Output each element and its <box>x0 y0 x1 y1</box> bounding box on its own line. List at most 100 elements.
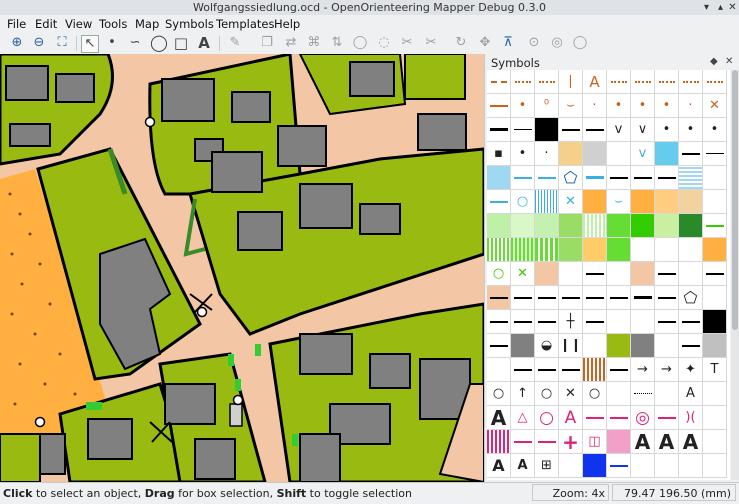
symbol-cell[interactable]: • <box>655 118 679 142</box>
symbol-cell[interactable] <box>655 310 679 334</box>
symbol-cell[interactable] <box>703 310 727 334</box>
symbol-cell[interactable] <box>631 238 655 262</box>
symbol-cell[interactable] <box>511 358 535 382</box>
symbol-cell[interactable] <box>559 358 583 382</box>
symbol-cell[interactable]: • <box>679 118 703 142</box>
minimize-icon[interactable]: ▾ <box>700 1 713 14</box>
symbol-cell[interactable] <box>631 382 655 406</box>
symbols-scrollbar[interactable] <box>731 70 739 480</box>
symbol-cell[interactable] <box>559 262 583 286</box>
symbol-cell[interactable] <box>559 238 583 262</box>
edit-tool-icon[interactable]: ↖ <box>81 35 99 53</box>
symbol-cell[interactable]: ↑ <box>511 382 535 406</box>
switch-symbol-icon[interactable]: ⇄ <box>283 35 299 51</box>
symbol-cell[interactable] <box>655 214 679 238</box>
connect-paths-icon[interactable]: ◯ <box>352 35 368 51</box>
symbol-cell[interactable]: A <box>679 382 703 406</box>
symbol-cell[interactable] <box>487 430 511 454</box>
symbol-cell[interactable] <box>511 118 535 142</box>
symbol-cell[interactable] <box>511 310 535 334</box>
symbol-cell[interactable] <box>511 166 535 190</box>
menu-tools[interactable]: Tools <box>99 17 127 31</box>
symbol-cell[interactable] <box>679 190 703 214</box>
circle-tool-icon[interactable]: ◯ <box>150 35 168 51</box>
symbol-cell[interactable] <box>703 286 727 310</box>
symbol-cell[interactable] <box>655 70 679 94</box>
symbol-cell[interactable]: ◫ <box>583 430 607 454</box>
symbol-cell[interactable] <box>535 430 559 454</box>
rotate-icon[interactable]: ↻ <box>453 35 469 51</box>
symbol-cell[interactable]: ○ <box>487 382 511 406</box>
symbol-cell[interactable] <box>607 214 631 238</box>
symbol-cell[interactable] <box>487 214 511 238</box>
symbol-cell[interactable]: A <box>487 454 511 478</box>
symbol-cell[interactable] <box>535 286 559 310</box>
close-panel-icon[interactable]: ✕ <box>725 56 733 67</box>
symbol-cell[interactable]: ○ <box>487 262 511 286</box>
symbol-cell[interactable]: T <box>703 358 727 382</box>
symbol-cell[interactable] <box>535 214 559 238</box>
symbol-cell[interactable] <box>511 334 535 358</box>
symbol-cell[interactable] <box>487 190 511 214</box>
symbol-cell[interactable]: ⌣ <box>559 94 583 118</box>
path-tool-icon[interactable]: ∽ <box>127 35 143 51</box>
symbol-cell[interactable]: A <box>559 406 583 430</box>
symbol-cell[interactable] <box>703 166 727 190</box>
symbol-cell[interactable]: • <box>655 94 679 118</box>
symbol-cell[interactable]: ○ <box>583 382 607 406</box>
symbol-cell[interactable] <box>583 310 607 334</box>
symbol-cell[interactable]: ⬠ <box>559 166 583 190</box>
symbol-cell[interactable]: ◎ <box>631 406 655 430</box>
symbol-cell[interactable]: ❘ <box>559 70 583 94</box>
symbol-cell[interactable] <box>607 358 631 382</box>
symbol-cell[interactable] <box>703 142 727 166</box>
move-icon[interactable]: ✥ <box>477 35 493 51</box>
boolean-difference-icon[interactable]: ◯ <box>572 35 588 51</box>
symbol-cell[interactable]: • <box>631 94 655 118</box>
float-panel-icon[interactable]: ◆ <box>710 56 718 67</box>
symbol-cell[interactable]: • <box>511 142 535 166</box>
symbol-cell[interactable]: ✕ <box>559 382 583 406</box>
pen-icon[interactable]: ✎ <box>227 35 243 51</box>
symbol-cell[interactable] <box>607 166 631 190</box>
boolean-union-icon[interactable]: ⊙ <box>526 35 542 51</box>
menu-templates[interactable]: Templates <box>216 17 274 31</box>
boolean-intersect-icon[interactable]: ◎ <box>549 35 565 51</box>
symbol-cell[interactable] <box>655 190 679 214</box>
symbol-cell[interactable]: ⊞ <box>535 454 559 478</box>
fill-border-icon[interactable]: ⌘ <box>306 35 322 51</box>
symbol-cell[interactable] <box>559 286 583 310</box>
symbol-cell[interactable]: ○ <box>535 406 559 430</box>
symbol-cell[interactable]: • <box>607 94 631 118</box>
symbol-cell[interactable] <box>679 454 703 478</box>
symbol-cell[interactable] <box>631 70 655 94</box>
symbol-cell[interactable] <box>703 70 727 94</box>
symbol-cell[interactable] <box>703 190 727 214</box>
measure-icon[interactable]: ⊼ <box>500 35 516 51</box>
symbol-cell[interactable] <box>511 286 535 310</box>
menu-help[interactable]: Help <box>274 17 300 31</box>
symbol-cell[interactable] <box>511 430 535 454</box>
symbol-cell[interactable] <box>679 214 703 238</box>
symbol-cell[interactable]: ⁰ <box>535 94 559 118</box>
symbol-cell[interactable] <box>487 286 511 310</box>
symbol-cell[interactable] <box>559 214 583 238</box>
symbol-cell[interactable]: ┼ <box>559 310 583 334</box>
cut-scissors-icon[interactable]: ✂ <box>423 35 439 51</box>
symbol-cell[interactable] <box>487 118 511 142</box>
symbol-cell[interactable] <box>559 454 583 478</box>
scrollbar-thumb[interactable] <box>732 70 738 330</box>
symbol-cell[interactable]: ✕ <box>703 94 727 118</box>
symbol-cell[interactable] <box>607 70 631 94</box>
symbol-cell[interactable]: ✦ <box>679 358 703 382</box>
symbol-cell[interactable] <box>679 334 703 358</box>
symbol-cell[interactable]: ◒ <box>535 334 559 358</box>
cut-tool-icon[interactable]: ◌ <box>376 35 392 51</box>
symbol-cell[interactable] <box>535 118 559 142</box>
symbol-cell[interactable] <box>607 430 631 454</box>
symbol-cell[interactable] <box>583 142 607 166</box>
symbol-cell[interactable] <box>535 70 559 94</box>
symbol-cell[interactable]: ∨ <box>631 118 655 142</box>
symbol-cell[interactable] <box>655 166 679 190</box>
symbol-cell[interactable] <box>703 262 727 286</box>
